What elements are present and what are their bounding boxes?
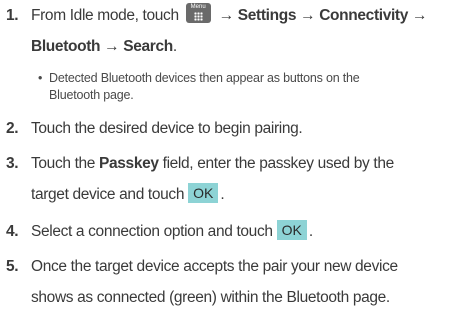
step-number: 2. [6,120,19,137]
menu-icon-label: Menu [190,4,206,10]
step-text: Touch the desired device to begin pairin… [31,120,303,137]
bullet-icon: • [38,71,43,85]
note-text: Detected Bluetooth devices then appear a… [49,71,360,85]
menu-grid-icon: Menu [185,3,211,23]
menu-path-continued: Bluetooth → Search [31,38,173,55]
passkey-label: Passkey [99,155,159,172]
menu-path: → Settings → Connectivity → [218,7,428,24]
step-number: 4. [6,223,19,240]
note-text: Bluetooth page. [49,88,134,102]
ok-button[interactable]: OK [276,220,307,240]
step-text: Once the target device accepts the pair … [31,258,398,275]
step-text: shows as connected (green) within the Bl… [31,289,390,306]
step-number: 5. [6,258,19,275]
instruction-page: 1. From Idle mode, touch Menu → Settings… [0,0,472,313]
step-number: 3. [6,155,19,172]
ok-button[interactable]: OK [188,183,219,203]
step-number: 1. [6,7,19,24]
step-text: From Idle mode, touch [31,7,179,24]
